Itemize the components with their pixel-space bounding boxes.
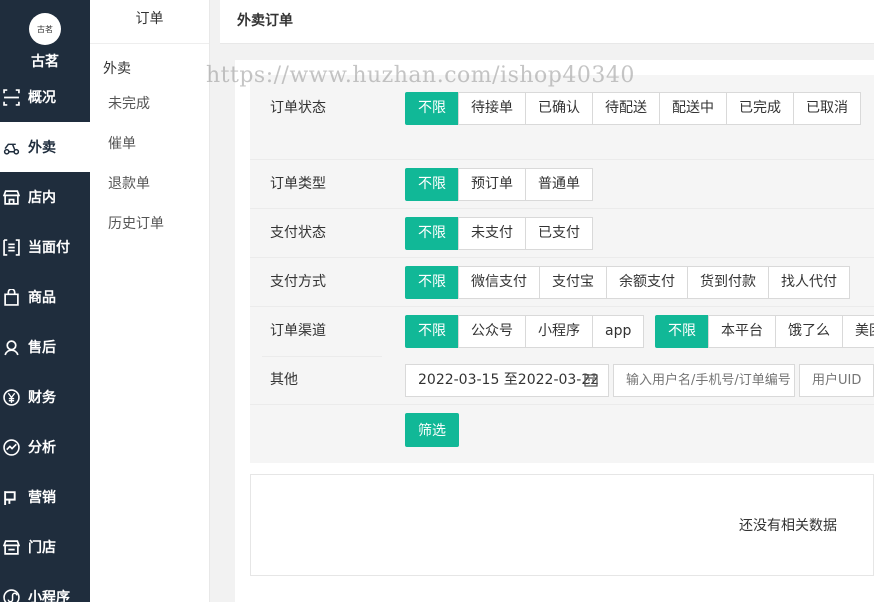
subnav-item-history[interactable]: 历史订单 xyxy=(90,204,209,244)
sidebar-item-label: 商品 xyxy=(28,290,56,306)
user-search-input[interactable] xyxy=(613,364,795,397)
date-range-picker[interactable]: 2022-03-15 至2022-03-22 xyxy=(405,364,609,397)
sidebar-item-label: 门店 xyxy=(28,540,56,556)
sidebar-item-label: 当面付 xyxy=(28,240,70,256)
sidebar-item-store[interactable]: 店内 xyxy=(0,172,90,222)
sidebar-item-label: 概况 xyxy=(28,90,56,106)
pay-method-options: 不限 微信支付 支付宝 余额支付 货到付款 找人代付 xyxy=(405,266,850,299)
subnav-title: 订单 xyxy=(90,0,209,44)
filter-row-channel: 订单渠道 不限 公众号 小程序 app 不限 本平台 饿了么 美团 xyxy=(250,307,874,356)
option-button[interactable]: 余额支付 xyxy=(606,266,688,299)
subnav-item-reminder[interactable]: 催单 xyxy=(90,124,209,164)
sidebar-item-aftersale[interactable]: 售后 xyxy=(0,322,90,372)
sidebar-item-label: 财务 xyxy=(28,390,56,406)
filter-row-pay-method: 支付方式 不限 微信支付 支付宝 余额支付 货到付款 找人代付 xyxy=(250,258,874,307)
option-button[interactable]: 普通单 xyxy=(525,168,593,201)
sidebar-item-delivery[interactable]: 外卖 xyxy=(0,122,90,172)
page-title: 外卖订单 xyxy=(237,13,293,29)
store-icon xyxy=(2,188,20,206)
brand-logo: 古茗 xyxy=(29,13,61,45)
filter-row-pay-status: 支付状态 不限 未支付 已支付 xyxy=(250,209,874,258)
order-type-options: 不限 预订单 普通单 xyxy=(405,168,593,201)
shop-icon xyxy=(2,538,20,556)
option-button[interactable]: app xyxy=(592,315,645,348)
filter-label: 支付方式 xyxy=(270,274,326,290)
filter-label: 其他 xyxy=(270,372,298,388)
analysis-icon xyxy=(2,438,20,456)
platform-options: 不限 本平台 饿了么 美团 xyxy=(655,315,874,348)
channel-options: 不限 公众号 小程序 app xyxy=(405,315,645,348)
product-icon xyxy=(2,288,20,306)
option-button[interactable]: 小程序 xyxy=(525,315,593,348)
filter-button[interactable]: 筛选 xyxy=(405,413,459,447)
sidebar-item-marketing[interactable]: 营销 xyxy=(0,472,90,522)
option-button[interactable]: 预订单 xyxy=(458,168,526,201)
option-button[interactable]: 不限 xyxy=(405,168,459,201)
option-button[interactable]: 不限 xyxy=(655,315,709,348)
option-button[interactable]: 不限 xyxy=(405,266,459,299)
filter-row-order-type: 订单类型 不限 预订单 普通单 xyxy=(250,160,874,209)
page-header: 外卖订单 xyxy=(220,0,874,44)
sub-sidebar: 订单 外卖 未完成 催单 退款单 历史订单 xyxy=(90,0,210,602)
option-button[interactable]: 已支付 xyxy=(525,217,593,250)
option-button[interactable]: 找人代付 xyxy=(768,266,850,299)
option-button[interactable]: 微信支付 xyxy=(458,266,540,299)
option-button[interactable]: 未支付 xyxy=(458,217,526,250)
sidebar-item-miniapp[interactable]: 小程序 xyxy=(0,572,90,602)
option-button[interactable]: 本平台 xyxy=(708,315,776,348)
sidebar-item-label: 营销 xyxy=(28,490,56,506)
filter-label: 订单渠道 xyxy=(270,323,326,339)
option-button[interactable]: 美团 xyxy=(842,315,874,348)
uid-input[interactable] xyxy=(799,364,874,397)
marketing-icon xyxy=(2,488,20,506)
brand: 古茗 古茗 xyxy=(0,0,90,76)
filter-row-other: 其他 2022-03-15 至2022-03-22 xyxy=(250,356,874,405)
miniapp-icon xyxy=(2,588,20,602)
filter-label: 订单类型 xyxy=(270,176,326,192)
option-button[interactable]: 货到付款 xyxy=(687,266,769,299)
date-range-value: 2022-03-15 至2022-03-22 xyxy=(418,372,600,388)
subnav-item-unfinished[interactable]: 未完成 xyxy=(90,84,209,124)
sidebar-item-finance[interactable]: 财务 xyxy=(0,372,90,422)
empty-state-text: 还没有相关数据 xyxy=(739,518,837,534)
option-button[interactable]: 不限 xyxy=(405,315,459,348)
aftersale-icon xyxy=(2,338,20,356)
overview-icon xyxy=(2,88,20,106)
option-button[interactable]: 饿了么 xyxy=(775,315,843,348)
pay-status-options: 不限 未支付 已支付 xyxy=(405,217,593,250)
sidebar-item-shop[interactable]: 门店 xyxy=(0,522,90,572)
sidebar-item-overview[interactable]: 概况 xyxy=(0,72,90,122)
sidebar-item-label: 小程序 xyxy=(28,590,70,602)
subnav-item-refund[interactable]: 退款单 xyxy=(90,164,209,204)
brand-name: 古茗 xyxy=(31,54,59,70)
sidebar-item-label: 分析 xyxy=(28,440,56,456)
option-button[interactable]: 支付宝 xyxy=(539,266,607,299)
finance-icon xyxy=(2,388,20,406)
main-sidebar: 古茗 古茗 概况 外卖 店内 当面付 商品 售后 财务 分析 营销 门店 小程序 xyxy=(0,0,90,602)
sidebar-item-label: 售后 xyxy=(28,340,56,356)
sidebar-item-pay[interactable]: 当面付 xyxy=(0,222,90,272)
sidebar-item-analysis[interactable]: 分析 xyxy=(0,422,90,472)
sidebar-item-label: 店内 xyxy=(28,190,56,206)
subnav-item-delivery[interactable]: 外卖 xyxy=(90,44,209,84)
calendar-icon xyxy=(584,374,598,387)
delivery-icon xyxy=(2,138,20,156)
result-panel: 还没有相关数据 xyxy=(250,474,874,576)
pay-icon xyxy=(2,238,20,256)
filter-label: 支付状态 xyxy=(270,225,326,241)
option-button[interactable]: 不限 xyxy=(405,217,459,250)
option-button[interactable]: 公众号 xyxy=(458,315,526,348)
row-divider xyxy=(250,111,874,160)
sidebar-item-product[interactable]: 商品 xyxy=(0,272,90,322)
sidebar-item-label: 外卖 xyxy=(28,140,56,156)
